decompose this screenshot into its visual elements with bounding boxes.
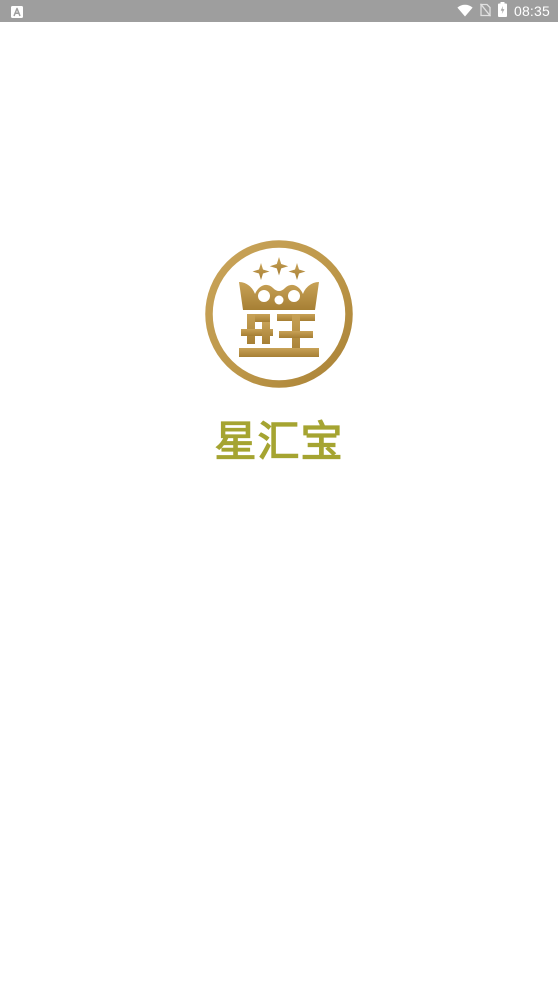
no-sim-icon: [479, 2, 491, 21]
crown-emblem-icon: [203, 238, 355, 390]
status-icons: 08:35: [457, 0, 550, 22]
wifi-icon: [457, 2, 473, 21]
splash-screen: 星汇宝: [0, 22, 558, 995]
a-notification-icon: [10, 4, 24, 18]
brand-name: 星汇宝: [214, 417, 344, 466]
status-bar: 08:35: [0, 0, 558, 22]
battery-icon: [497, 1, 507, 21]
status-time: 08:35: [513, 3, 550, 19]
